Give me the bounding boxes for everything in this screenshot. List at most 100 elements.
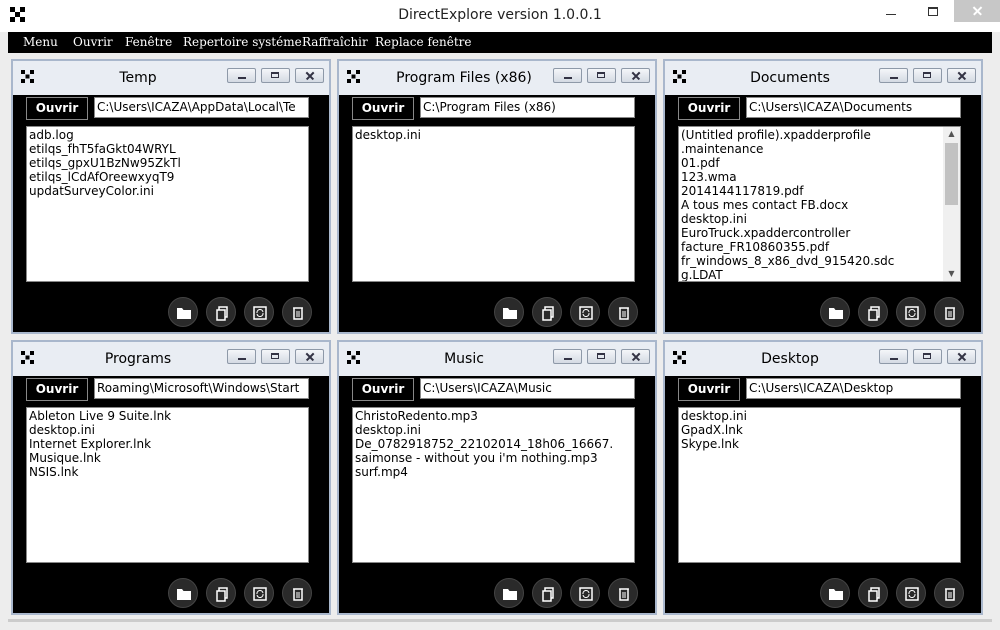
scroll-down-icon[interactable]: ▼ (943, 267, 960, 281)
panel-maximize-button[interactable] (261, 68, 290, 83)
open-folder-button[interactable] (168, 578, 198, 608)
scrollbar-thumb[interactable] (945, 143, 958, 205)
list-item[interactable]: desktop.ini (355, 128, 632, 142)
list-item[interactable]: .maintenance (681, 142, 958, 156)
panel-titlebar[interactable]: Program Files (x86) (339, 61, 655, 95)
list-item[interactable]: g.LDAT (681, 268, 958, 281)
refresh-button[interactable] (244, 297, 274, 327)
panel-close-button[interactable] (947, 68, 976, 83)
path-field[interactable]: C:\Users\ICAZA\AppData\Local\Te (94, 97, 309, 118)
menu-item-menu[interactable]: Menu (23, 35, 58, 49)
list-item[interactable]: Ableton Live 9 Suite.lnk (29, 409, 306, 423)
list-item[interactable]: Skype.lnk (681, 437, 958, 451)
menu-item-repertoire-systeme[interactable]: Repertoire systéme (183, 35, 302, 49)
minimize-button[interactable] (874, 0, 908, 22)
scroll-up-icon[interactable]: ▲ (943, 127, 960, 141)
panel-titlebar[interactable]: Documents (665, 61, 981, 95)
list-item[interactable]: facture_FR10860355.pdf (681, 240, 958, 254)
list-item[interactable]: (Untitled profile).xpadderprofile (681, 128, 958, 142)
open-folder-button[interactable] (168, 297, 198, 327)
file-list[interactable]: Ableton Live 9 Suite.lnk desktop.ini Int… (26, 407, 309, 563)
copy-button[interactable] (858, 578, 888, 608)
list-item[interactable]: desktop.ini (681, 212, 958, 226)
copy-button[interactable] (206, 578, 236, 608)
open-folder-button[interactable] (494, 578, 524, 608)
panel-minimize-button[interactable] (879, 68, 908, 83)
panel-minimize-button[interactable] (553, 349, 582, 364)
menu-item-fenetre[interactable]: Fenêtre (125, 35, 172, 49)
copy-button[interactable] (206, 297, 236, 327)
refresh-button[interactable] (244, 578, 274, 608)
list-item[interactable]: Internet Explorer.lnk (29, 437, 306, 451)
list-item[interactable]: desktop.ini (681, 409, 958, 423)
list-item[interactable]: etilqs_gpxU1BzNw95ZkTl (29, 156, 306, 170)
panel-maximize-button[interactable] (587, 349, 616, 364)
panel-maximize-button[interactable] (913, 349, 942, 364)
open-button[interactable]: Ouvrir (352, 378, 414, 401)
file-list[interactable]: adb.log etilqs_fhT5faGkt04WRYL etilqs_gp… (26, 126, 309, 282)
list-item[interactable]: 01.pdf (681, 156, 958, 170)
copy-button[interactable] (858, 297, 888, 327)
list-item[interactable]: adb.log (29, 128, 306, 142)
list-item[interactable]: ChristoRedento.mp3 (355, 409, 632, 423)
open-button[interactable]: Ouvrir (26, 378, 88, 401)
open-folder-button[interactable] (820, 578, 850, 608)
refresh-button[interactable] (896, 297, 926, 327)
file-list[interactable]: ChristoRedento.mp3 desktop.ini De_078291… (352, 407, 635, 563)
copy-button[interactable] (532, 578, 562, 608)
panel-titlebar[interactable]: Desktop (665, 342, 981, 376)
path-field[interactable]: C:\Users\ICAZA\Desktop (746, 378, 961, 399)
file-list[interactable]: desktop.ini GpadX.lnk Skype.lnk (678, 407, 961, 563)
panel-maximize-button[interactable] (261, 349, 290, 364)
panel-close-button[interactable] (295, 68, 324, 83)
panel-maximize-button[interactable] (587, 68, 616, 83)
close-button[interactable] (954, 0, 1000, 22)
panel-close-button[interactable] (621, 349, 650, 364)
list-item[interactable]: surf.mp4 (355, 465, 632, 479)
list-item[interactable]: EuroTruck.xpaddercontroller (681, 226, 958, 240)
path-field[interactable]: Roaming\Microsoft\Windows\Start (94, 378, 309, 399)
list-item[interactable]: desktop.ini (355, 423, 632, 437)
open-folder-button[interactable] (494, 297, 524, 327)
panel-maximize-button[interactable] (913, 68, 942, 83)
list-item[interactable]: saimonse - without you i'm nothing.mp3 (355, 451, 632, 465)
panel-minimize-button[interactable] (553, 68, 582, 83)
panel-close-button[interactable] (295, 349, 324, 364)
list-item[interactable]: GpadX.lnk (681, 423, 958, 437)
open-button[interactable]: Ouvrir (678, 378, 740, 401)
list-item[interactable]: NSIS.lnk (29, 465, 306, 479)
open-button[interactable]: Ouvrir (678, 97, 740, 120)
vertical-scrollbar[interactable]: ▲ ▼ (943, 127, 960, 281)
list-item[interactable]: desktop.ini (29, 423, 306, 437)
panel-titlebar[interactable]: Temp (13, 61, 329, 95)
menu-item-replace-fenetre[interactable]: Replace fenêtre (375, 35, 471, 49)
menu-item-ouvrir[interactable]: Ouvrir (73, 35, 113, 49)
panel-minimize-button[interactable] (227, 68, 256, 83)
list-item[interactable]: Musique.lnk (29, 451, 306, 465)
file-list[interactable]: desktop.ini (352, 126, 635, 282)
panel-minimize-button[interactable] (879, 349, 908, 364)
file-list[interactable]: (Untitled profile).xpadderprofile .maint… (678, 126, 961, 282)
list-item[interactable]: updatSurveyColor.ini (29, 184, 306, 198)
open-button[interactable]: Ouvrir (352, 97, 414, 120)
delete-button[interactable] (934, 578, 964, 608)
list-item[interactable]: 2014144117819.pdf (681, 184, 958, 198)
refresh-button[interactable] (570, 578, 600, 608)
panel-titlebar[interactable]: Music (339, 342, 655, 376)
panel-close-button[interactable] (947, 349, 976, 364)
panel-close-button[interactable] (621, 68, 650, 83)
list-item[interactable]: fr_windows_8_x86_dvd_915420.sdc (681, 254, 958, 268)
list-item[interactable]: etilqs_fhT5faGkt04WRYL (29, 142, 306, 156)
list-item[interactable]: A tous mes contact FB.docx (681, 198, 958, 212)
copy-button[interactable] (532, 297, 562, 327)
delete-button[interactable] (282, 578, 312, 608)
path-field[interactable]: C:\Program Files (x86) (420, 97, 635, 118)
open-folder-button[interactable] (820, 297, 850, 327)
delete-button[interactable] (282, 297, 312, 327)
panel-titlebar[interactable]: Programs (13, 342, 329, 376)
refresh-button[interactable] (896, 578, 926, 608)
open-button[interactable]: Ouvrir (26, 97, 88, 120)
list-item[interactable]: etilqs_lCdAfOreewxyqT9 (29, 170, 306, 184)
refresh-button[interactable] (570, 297, 600, 327)
delete-button[interactable] (934, 297, 964, 327)
